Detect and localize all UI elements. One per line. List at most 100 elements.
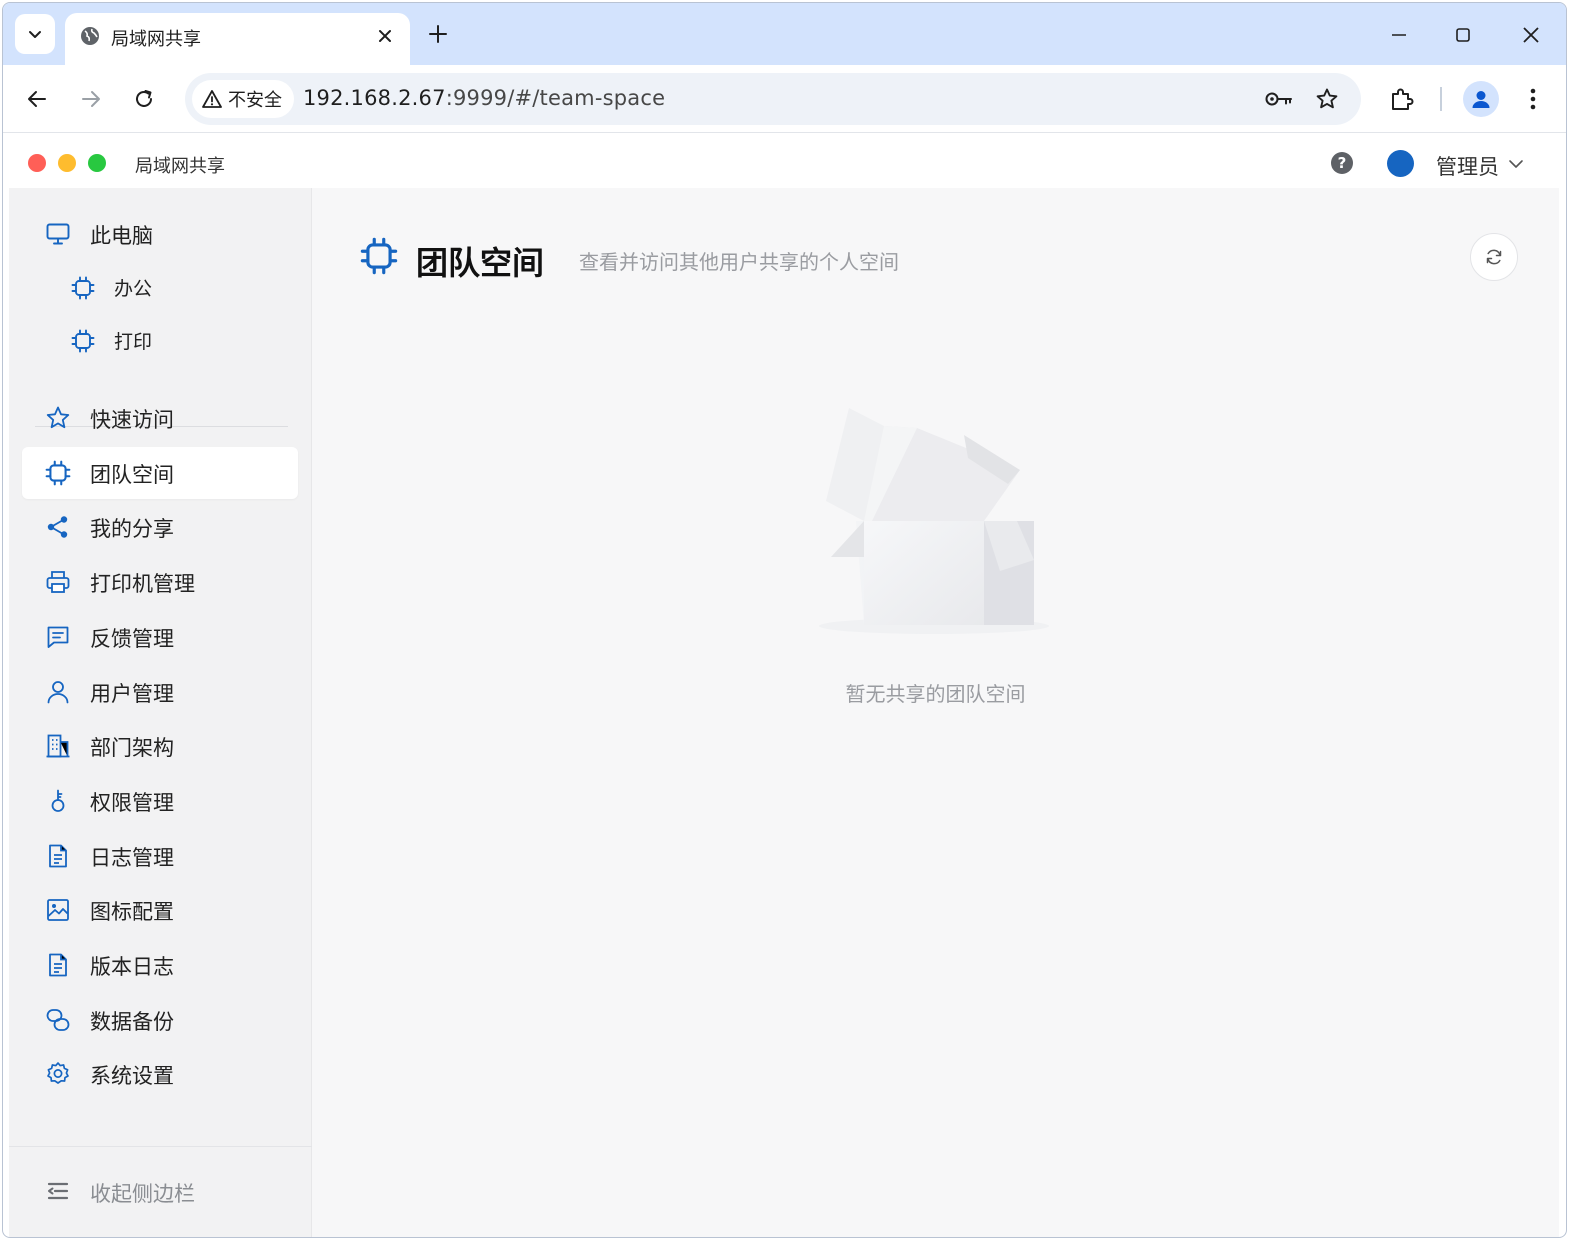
security-indicator[interactable]: 不安全 xyxy=(192,80,294,118)
main-content: 团队空间 查看并访问其他用户共享的个人空间 暂无共享的团队空间 xyxy=(312,188,1559,1237)
app-root: 局域网共享 ? 管理员 此电脑 办公 打印 快速访问 团队空间 我的分享 打印机… xyxy=(9,138,1559,1237)
tab-close-button[interactable] xyxy=(374,25,396,47)
sidebar-item-feedback[interactable]: 反馈管理 xyxy=(22,611,298,663)
sidebar-item-settings[interactable]: 系统设置 xyxy=(22,1048,298,1100)
sidebar-item-printers[interactable]: 打印机管理 xyxy=(22,556,298,608)
refresh-button[interactable] xyxy=(1470,233,1518,281)
empty-state-text: 暂无共享的团队空间 xyxy=(845,682,1026,706)
chip-icon xyxy=(360,237,398,275)
forward-button[interactable] xyxy=(73,81,109,117)
sidebar-item-label: 我的分享 xyxy=(90,517,174,541)
page-title: 团队空间 xyxy=(416,244,545,282)
more-vertical-icon xyxy=(1530,88,1536,110)
minimize-dot[interactable] xyxy=(58,154,76,172)
puzzle-icon xyxy=(1392,88,1414,110)
document-icon xyxy=(44,951,72,979)
url-path: :9999/#/team-space xyxy=(445,86,666,110)
sidebar-item-quick-access[interactable]: 快速访问 xyxy=(22,392,298,444)
sidebar-item-label: 日志管理 xyxy=(90,846,174,870)
globe-icon xyxy=(81,27,99,45)
monitor-icon xyxy=(44,220,72,248)
sidebar-item-label: 权限管理 xyxy=(90,791,174,815)
sidebar-item-backup[interactable]: 数据备份 xyxy=(22,994,298,1046)
collapse-sidebar-button[interactable]: 收起侧边栏 xyxy=(22,1168,298,1214)
key-icon xyxy=(1265,92,1292,106)
maximize-icon xyxy=(1456,28,1470,42)
security-label: 不安全 xyxy=(228,90,282,111)
close-window-button[interactable] xyxy=(1513,17,1549,53)
sidebar-item-icon-config[interactable]: 图标配置 xyxy=(22,884,298,936)
chip-icon xyxy=(44,459,72,487)
help-icon[interactable]: ? xyxy=(1331,152,1353,174)
arrow-right-icon xyxy=(82,91,100,107)
close-icon xyxy=(379,30,391,42)
printer-icon xyxy=(44,568,72,596)
key-icon xyxy=(44,787,72,815)
app-header: 局域网共享 ? 管理员 xyxy=(9,138,1559,188)
gear-icon xyxy=(44,1060,72,1088)
collapse-menu-icon xyxy=(44,1177,72,1205)
maximize-button[interactable] xyxy=(1445,17,1481,53)
sidebar-item-team-space[interactable]: 团队空间 xyxy=(22,447,298,499)
chip-icon xyxy=(69,274,97,302)
collapse-sidebar-label: 收起侧边栏 xyxy=(90,1182,195,1206)
sidebar-item-label: 此电脑 xyxy=(90,224,153,248)
bookmark-button[interactable] xyxy=(1311,83,1343,115)
reload-icon xyxy=(136,90,152,107)
password-key-button[interactable] xyxy=(1263,83,1295,115)
browser-tab[interactable]: 局域网共享 xyxy=(65,13,410,65)
building-icon xyxy=(44,732,72,760)
image-icon xyxy=(44,896,72,924)
chip-icon xyxy=(69,327,97,355)
browser-toolbar: 不安全 192.168.2.67:9999/#/team-space xyxy=(3,65,1566,133)
sidebar-item-departments[interactable]: 部门架构 xyxy=(22,720,298,772)
extensions-button[interactable] xyxy=(1384,81,1420,117)
empty-box-illustration xyxy=(819,408,1049,634)
url-text[interactable]: 192.168.2.67:9999/#/team-space xyxy=(303,86,665,110)
minimize-button[interactable] xyxy=(1381,17,1417,53)
profile-button[interactable] xyxy=(1463,81,1499,117)
sidebar-item-computer[interactable]: 此电脑 xyxy=(22,208,298,260)
backup-icon xyxy=(44,1006,72,1034)
refresh-icon xyxy=(1486,249,1502,265)
close-dot[interactable] xyxy=(28,154,46,172)
tab-search-button[interactable] xyxy=(15,14,55,54)
sidebar-item-label: 数据备份 xyxy=(90,1010,174,1034)
tab-title: 局域网共享 xyxy=(111,29,201,50)
reload-button[interactable] xyxy=(126,81,162,117)
chevron-down-icon xyxy=(29,31,41,38)
user-name[interactable]: 管理员 xyxy=(1436,151,1499,181)
plus-icon xyxy=(429,25,447,43)
sidebar: 此电脑 办公 打印 快速访问 团队空间 我的分享 打印机管理 反馈管理 用户管理… xyxy=(9,188,312,1237)
new-tab-button[interactable] xyxy=(423,19,453,49)
message-icon xyxy=(44,623,72,651)
back-button[interactable] xyxy=(19,81,55,117)
sidebar-footer-divider xyxy=(9,1146,312,1147)
sidebar-item-my-shares[interactable]: 我的分享 xyxy=(22,501,298,553)
sidebar-subitem-print[interactable]: 打印 xyxy=(22,318,298,364)
sidebar-item-label: 打印机管理 xyxy=(90,572,195,596)
browser-menu-button[interactable] xyxy=(1515,81,1551,117)
minimize-icon xyxy=(1392,34,1406,36)
sidebar-item-label: 图标配置 xyxy=(90,900,174,924)
toolbar-separator xyxy=(1440,87,1442,111)
avatar[interactable] xyxy=(1387,150,1414,177)
tab-strip: 局域网共享 xyxy=(3,3,1566,65)
sidebar-item-label: 快速访问 xyxy=(90,408,174,432)
sidebar-item-users[interactable]: 用户管理 xyxy=(22,666,298,718)
sidebar-item-label: 反馈管理 xyxy=(90,627,174,651)
url-host: 192.168.2.67 xyxy=(303,86,446,110)
zoom-dot[interactable] xyxy=(88,154,106,172)
star-icon xyxy=(1316,88,1338,109)
star-icon xyxy=(44,404,72,432)
sidebar-item-label: 版本日志 xyxy=(90,955,174,979)
sidebar-item-changelog[interactable]: 版本日志 xyxy=(22,939,298,991)
sidebar-item-permissions[interactable]: 权限管理 xyxy=(22,775,298,827)
sidebar-item-label: 打印 xyxy=(114,331,153,353)
chevron-down-icon[interactable] xyxy=(1506,154,1526,174)
address-bar[interactable]: 不安全 192.168.2.67:9999/#/team-space xyxy=(185,73,1361,125)
document-icon xyxy=(44,842,72,870)
sidebar-subitem-office[interactable]: 办公 xyxy=(22,265,298,311)
sidebar-item-logs[interactable]: 日志管理 xyxy=(22,830,298,882)
warning-icon xyxy=(202,90,222,108)
